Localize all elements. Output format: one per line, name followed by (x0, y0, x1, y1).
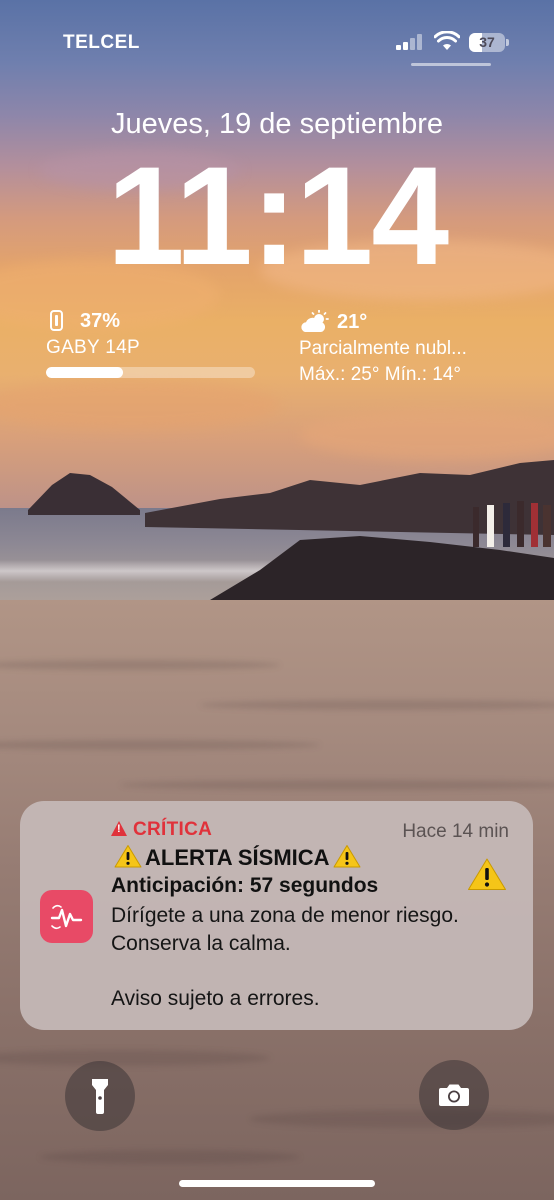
home-indicator[interactable] (179, 1180, 375, 1187)
notification-age: Hace 14 min (402, 821, 509, 842)
battery-icon: 37 (469, 33, 509, 52)
notification-level-label: CRÍTICA (133, 819, 213, 840)
notification-level: CRÍTICA (111, 819, 212, 841)
control-center-indicator[interactable] (411, 63, 491, 66)
carrier-name: TELCEL (63, 32, 140, 53)
battery-widget-bar (46, 367, 255, 378)
notification-body: Dírígete a una zona de menor riesgo. Con… (111, 904, 459, 955)
battery-level-text: 37 (479, 34, 495, 50)
lock-time: 11:14 (106, 137, 449, 294)
notification-card[interactable]: CRÍTICA Hace 14 min ALERTA SÍSMICA Antic… (20, 801, 533, 1030)
camera-button[interactable] (419, 1060, 489, 1130)
battery-widget-device: GABY 14P (46, 337, 140, 358)
signal-icon (396, 34, 426, 50)
notification-footer: Aviso sujeto a errores. (111, 987, 320, 1010)
battery-widget-bar-fill (46, 367, 124, 378)
critical-warning-icon (111, 821, 127, 836)
seismic-alert-app-icon (40, 890, 93, 943)
iphone-icon (50, 310, 63, 331)
flashlight-icon (92, 1079, 108, 1114)
weather-range: Máx.: 25° Mín.: 14° (299, 364, 461, 385)
notification-title-text: ALERTA SÍSMICA (145, 845, 330, 870)
warning-icon (468, 858, 506, 890)
wifi-icon (434, 31, 460, 50)
camera-icon (439, 1084, 469, 1106)
notification-subtitle: Anticipación: 57 segundos (111, 874, 379, 897)
warning-icon (333, 845, 361, 868)
warning-icon (114, 845, 142, 868)
notification-title: ALERTA SÍSMICA (111, 844, 364, 871)
weather-condition: Parcialmente nubl... (299, 338, 467, 359)
status-bar: TELCEL 37 (0, 0, 554, 80)
flashlight-button[interactable] (65, 1061, 135, 1131)
battery-widget-percent: 37% (80, 310, 121, 332)
battery-widget[interactable]: 37% GABY 14P (46, 308, 256, 388)
weather-temperature: 21° (337, 311, 368, 333)
weather-widget[interactable]: 21° Parcialmente nubl... Máx.: 25° Mín.:… (299, 310, 529, 390)
partly-cloudy-icon (301, 310, 329, 332)
